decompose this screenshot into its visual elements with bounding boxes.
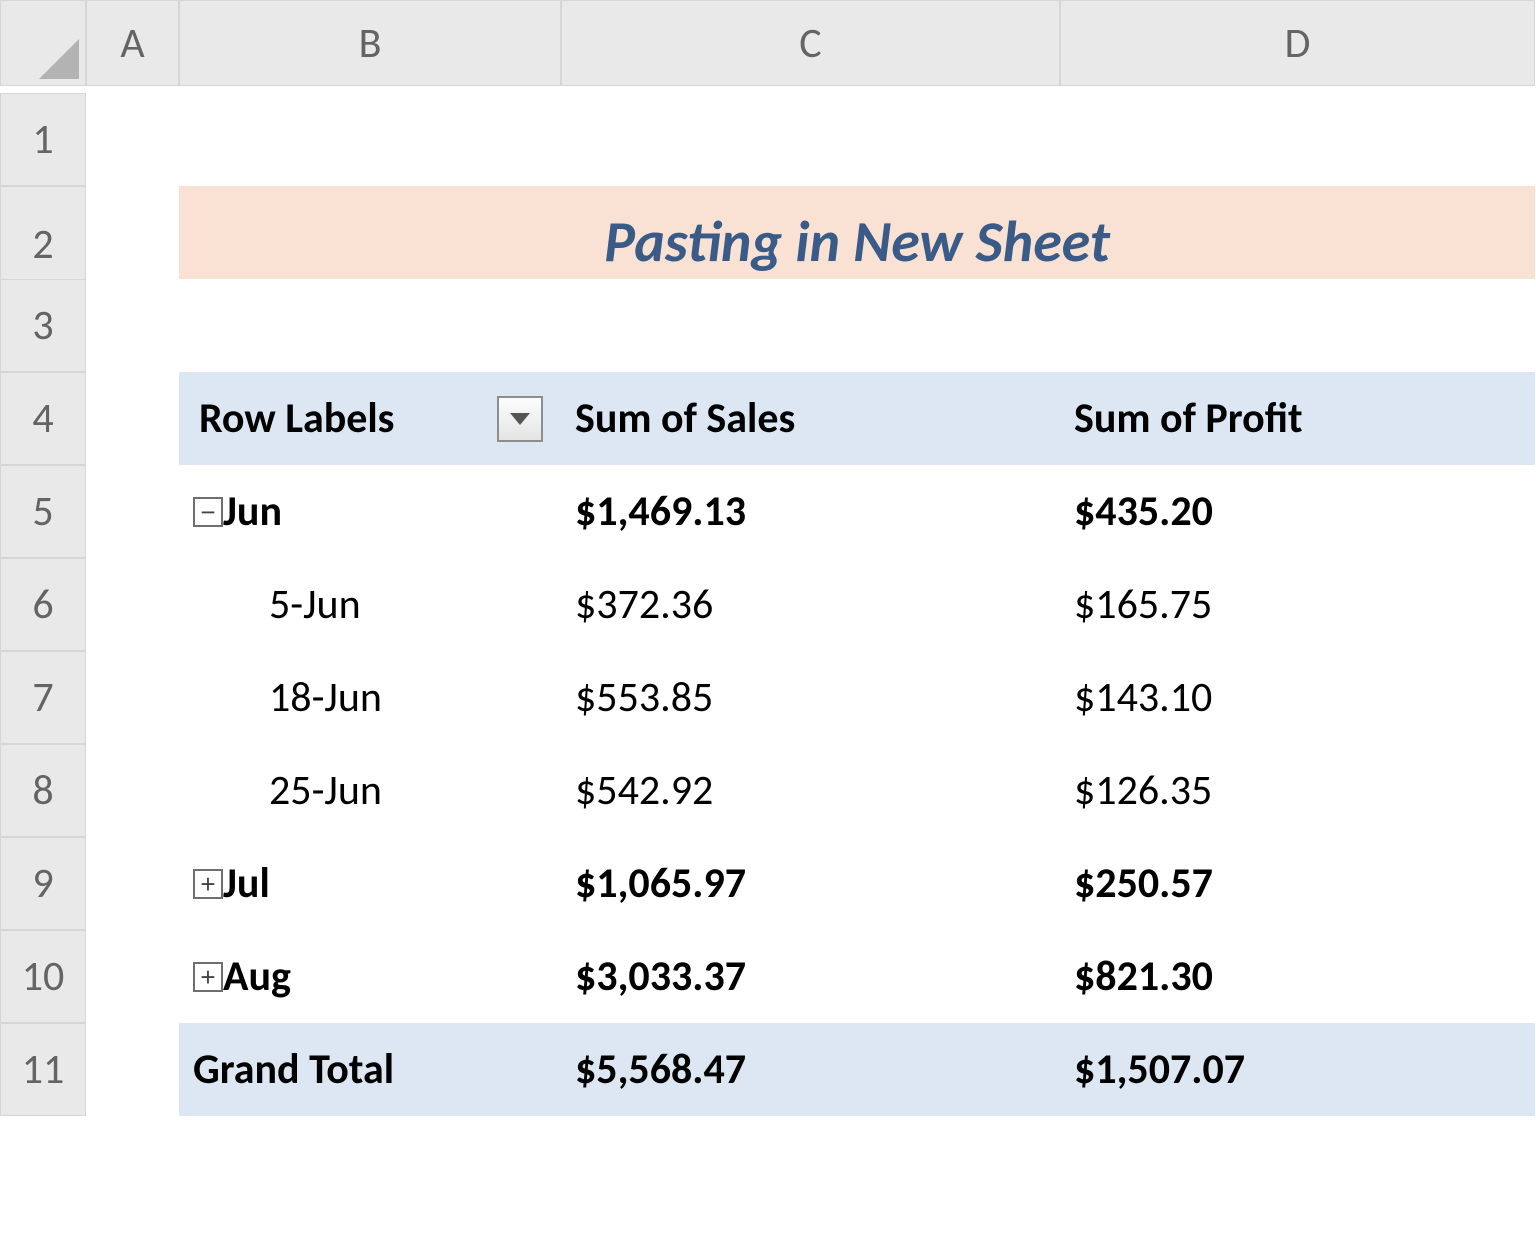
row-header-4[interactable]: 4	[0, 372, 86, 465]
group-label: Jul	[223, 858, 270, 909]
row-header-9[interactable]: 9	[0, 837, 86, 930]
cell-C1[interactable]	[561, 93, 1060, 186]
pivot-jul-profit[interactable]: $250.57	[1060, 837, 1535, 930]
col-header-A[interactable]: A	[86, 0, 179, 86]
pivot-item-25jun[interactable]: 25-Jun	[179, 744, 561, 837]
pivot-item-5jun[interactable]: 5-Jun	[179, 558, 561, 651]
cell-A6[interactable]	[86, 558, 179, 651]
group-label: Jun	[223, 486, 282, 537]
pivot-jun-profit[interactable]: $435.20	[1060, 465, 1535, 558]
pivot-header-sum-sales[interactable]: Sum of Sales	[561, 372, 1060, 465]
pivot-aug-sales[interactable]: $3,033.37	[561, 930, 1060, 1023]
pivot-5jun-sales[interactable]: $372.36	[561, 558, 1060, 651]
cell-A5[interactable]	[86, 465, 179, 558]
row-header-11[interactable]: 11	[0, 1023, 86, 1116]
row-header-6[interactable]: 6	[0, 558, 86, 651]
cell-A7[interactable]	[86, 651, 179, 744]
spreadsheet-grid: A B C D 1 2 Pasting in New Sheet 3 4 Row…	[0, 0, 1536, 1116]
group-label: Aug	[223, 951, 291, 1002]
expand-icon[interactable]: +	[193, 962, 223, 992]
row-header-1[interactable]: 1	[0, 93, 86, 186]
pivot-25jun-sales[interactable]: $542.92	[561, 744, 1060, 837]
cell-A8[interactable]	[86, 744, 179, 837]
cell-B1[interactable]	[179, 93, 561, 186]
row-header-7[interactable]: 7	[0, 651, 86, 744]
pivot-5jun-profit[interactable]: $165.75	[1060, 558, 1535, 651]
pivot-grand-total-sales[interactable]: $5,568.47	[561, 1023, 1060, 1116]
pivot-grand-total-profit[interactable]: $1,507.07	[1060, 1023, 1535, 1116]
select-all-corner[interactable]	[0, 0, 86, 86]
filter-dropdown-button[interactable]	[497, 396, 543, 442]
col-header-B[interactable]: B	[179, 0, 561, 86]
expand-icon[interactable]: +	[193, 869, 223, 899]
cell-A11[interactable]	[86, 1023, 179, 1116]
row-header-8[interactable]: 8	[0, 744, 86, 837]
cell-A4[interactable]	[86, 372, 179, 465]
row-labels-text: Row Labels	[199, 393, 394, 444]
pivot-header-sum-profit[interactable]: Sum of Profit	[1060, 372, 1535, 465]
pivot-grand-total-label[interactable]: Grand Total	[179, 1023, 561, 1116]
pivot-header-row-labels[interactable]: Row Labels	[179, 372, 561, 465]
cell-A10[interactable]	[86, 930, 179, 1023]
pivot-group-jun[interactable]: − Jun	[179, 465, 561, 558]
cell-D1[interactable]	[1060, 93, 1535, 186]
pivot-group-aug[interactable]: + Aug	[179, 930, 561, 1023]
pivot-aug-profit[interactable]: $821.30	[1060, 930, 1535, 1023]
pivot-18jun-profit[interactable]: $143.10	[1060, 651, 1535, 744]
pivot-jun-sales[interactable]: $1,469.13	[561, 465, 1060, 558]
pivot-group-jul[interactable]: + Jul	[179, 837, 561, 930]
pivot-25jun-profit[interactable]: $126.35	[1060, 744, 1535, 837]
pivot-item-18jun[interactable]: 18-Jun	[179, 651, 561, 744]
cell-D3[interactable]	[1060, 279, 1535, 372]
pivot-18jun-sales[interactable]: $553.85	[561, 651, 1060, 744]
cell-A1[interactable]	[86, 93, 179, 186]
pivot-jul-sales[interactable]: $1,065.97	[561, 837, 1060, 930]
collapse-icon[interactable]: −	[193, 497, 223, 527]
cell-A3[interactable]	[86, 279, 179, 372]
row-header-5[interactable]: 5	[0, 465, 86, 558]
cell-C3[interactable]	[561, 279, 1060, 372]
col-header-C[interactable]: C	[561, 0, 1060, 86]
col-header-D[interactable]: D	[1060, 0, 1535, 86]
cell-B3[interactable]	[179, 279, 561, 372]
row-header-10[interactable]: 10	[0, 930, 86, 1023]
cell-A9[interactable]	[86, 837, 179, 930]
row-header-3[interactable]: 3	[0, 279, 86, 372]
chevron-down-icon	[509, 412, 531, 426]
